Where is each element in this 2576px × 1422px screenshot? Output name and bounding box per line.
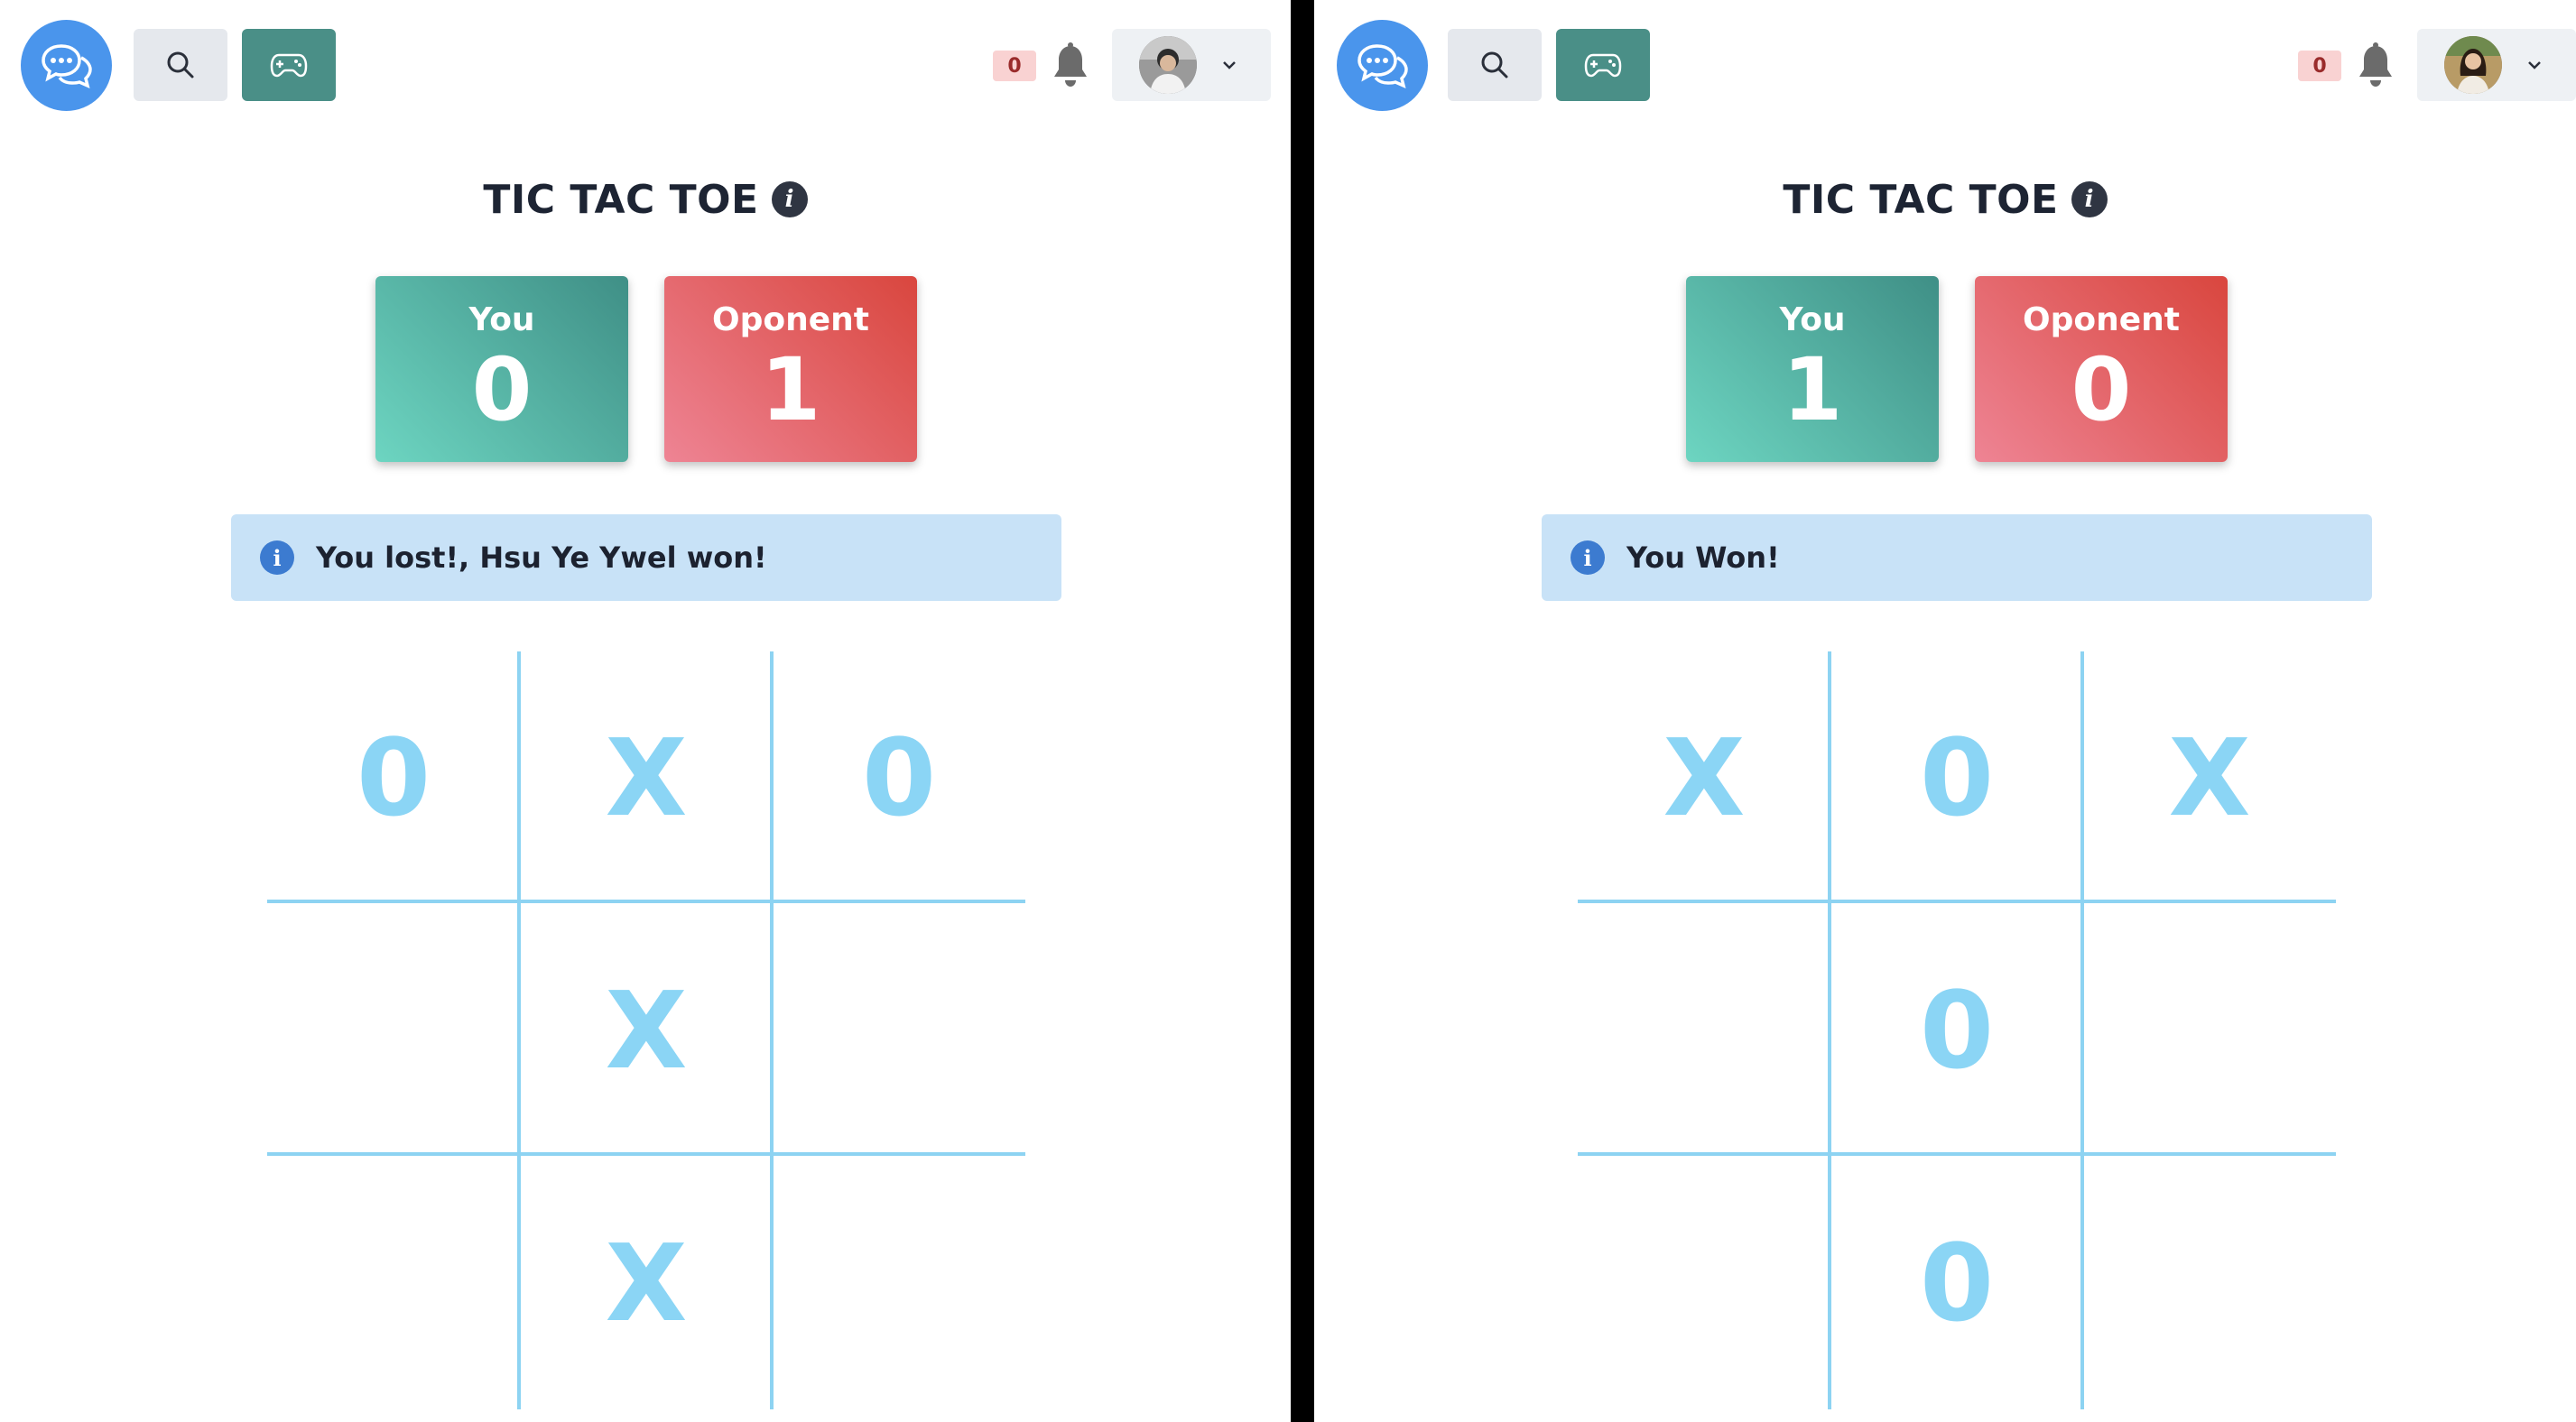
search-button[interactable] — [134, 29, 227, 101]
gamepad-icon — [270, 53, 308, 78]
board-cell[interactable] — [1578, 1157, 1830, 1409]
app-logo[interactable] — [1337, 20, 1428, 111]
title-row: TIC TAC TOE i — [1314, 168, 2576, 231]
board-cell[interactable]: X — [520, 1157, 773, 1409]
title-row: TIC TAC TOE i — [0, 168, 1291, 231]
board-cell[interactable] — [2083, 1157, 2336, 1409]
user-menu[interactable] — [1112, 29, 1271, 101]
game-panel-left: 0 TIC TAC TOE i You 0 Oponent 1 i You lo… — [0, 0, 1291, 1422]
notifications-button[interactable] — [1050, 41, 1091, 91]
app-logo[interactable] — [21, 20, 112, 111]
result-alert-text: You Won! — [1626, 540, 1780, 575]
result-alert: i You lost!, Hsu Ye Ywel won! — [231, 514, 1061, 601]
score-value-opponent: 1 — [760, 339, 821, 440]
navbar: 0 — [0, 0, 1291, 131]
info-icon: i — [260, 540, 294, 575]
chat-bubble-icon — [41, 43, 92, 88]
score-card-opponent: Oponent 0 — [1975, 276, 2228, 462]
board-cell[interactable]: X — [520, 651, 773, 904]
page-title: TIC TAC TOE — [1783, 176, 2059, 223]
game-board: 0 X 0 X X — [267, 651, 1025, 1409]
notification-count-badge: 0 — [993, 51, 1036, 81]
score-value-you: 0 — [471, 339, 533, 440]
board-cell[interactable]: X — [2083, 651, 2336, 904]
score-value-you: 1 — [1782, 339, 1843, 440]
search-icon — [167, 51, 194, 78]
board-cell[interactable] — [1578, 904, 1830, 1157]
board-cell[interactable] — [2083, 904, 2336, 1157]
notifications-button[interactable] — [2355, 41, 2396, 91]
score-label-opponent: Oponent — [2023, 301, 2180, 338]
result-alert-text: You lost!, Hsu Ye Ywel won! — [316, 540, 767, 575]
board-cell[interactable]: 0 — [1830, 904, 2083, 1157]
search-icon — [1481, 51, 1508, 78]
board-cell[interactable] — [267, 1157, 520, 1409]
score-label-you: You — [1779, 301, 1846, 338]
board-cell[interactable]: 0 — [267, 651, 520, 904]
bell-icon — [2359, 42, 2392, 87]
board-cell[interactable]: X — [1578, 651, 1830, 904]
bell-icon — [1054, 42, 1087, 87]
info-icon[interactable]: i — [771, 181, 808, 217]
user-menu[interactable] — [2417, 29, 2576, 101]
navbar: 0 — [1314, 0, 2576, 131]
board-cell[interactable]: 0 — [773, 651, 1025, 904]
notification-count-badge: 0 — [2298, 51, 2341, 81]
avatar — [2444, 36, 2502, 94]
score-label-you: You — [468, 301, 535, 338]
info-icon: i — [1571, 540, 1605, 575]
info-icon[interactable]: i — [2071, 181, 2108, 217]
board-cell[interactable] — [773, 1157, 1025, 1409]
chevron-down-icon — [1223, 61, 1236, 69]
search-button[interactable] — [1448, 29, 1542, 101]
board-cell[interactable]: 0 — [1830, 651, 2083, 904]
avatar — [1139, 36, 1197, 94]
board-cell[interactable]: X — [520, 904, 773, 1157]
games-button[interactable] — [1556, 29, 1650, 101]
board-cell[interactable] — [773, 904, 1025, 1157]
score-label-opponent: Oponent — [712, 301, 869, 338]
score-card-you: You 1 — [1686, 276, 1939, 462]
page-title: TIC TAC TOE — [483, 176, 759, 223]
gamepad-icon — [1584, 53, 1622, 78]
result-alert: i You Won! — [1542, 514, 2372, 601]
board-cell[interactable]: 0 — [1830, 1157, 2083, 1409]
chevron-down-icon — [2528, 61, 2541, 69]
board-cell[interactable] — [267, 904, 520, 1157]
score-card-opponent: Oponent 1 — [664, 276, 917, 462]
games-button[interactable] — [242, 29, 336, 101]
score-card-you: You 0 — [375, 276, 628, 462]
game-board: X 0 X 0 0 — [1578, 651, 2336, 1409]
chat-bubble-icon — [1357, 43, 1408, 88]
game-panel-right: 0 TIC TAC TOE i You 1 Oponent 0 i You Wo… — [1314, 0, 2576, 1422]
score-value-opponent: 0 — [2071, 339, 2132, 440]
